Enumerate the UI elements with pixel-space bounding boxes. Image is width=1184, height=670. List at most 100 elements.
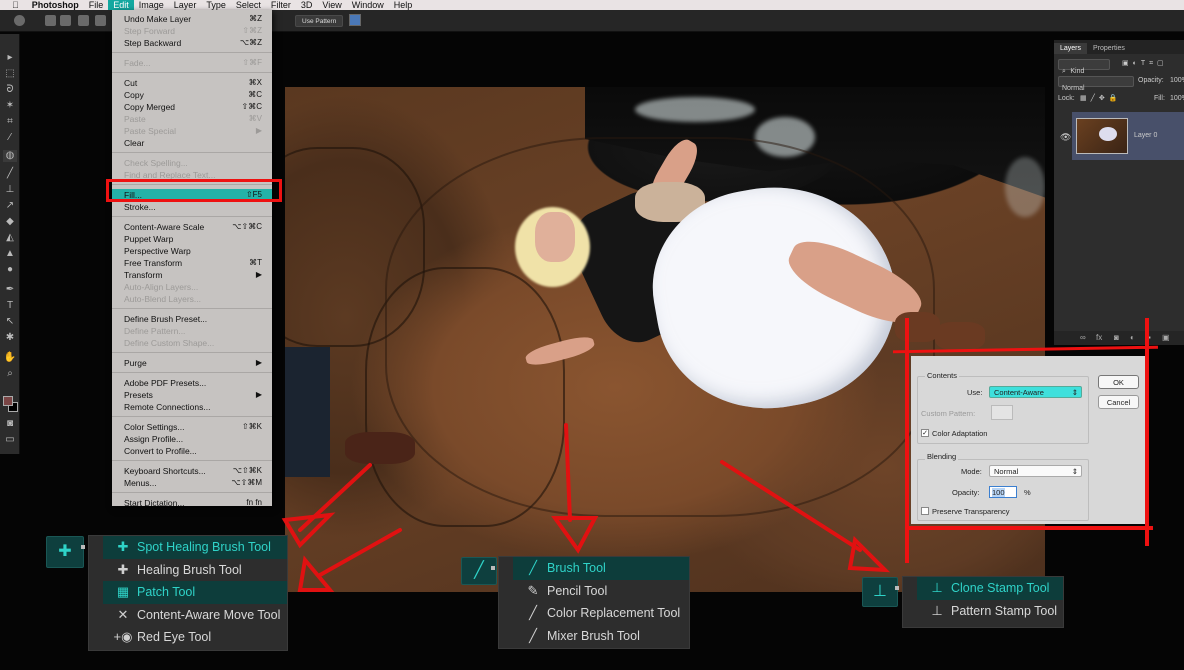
edit-menu-item-undo-make-layer[interactable]: Undo Make Layer ⌘Z	[112, 13, 272, 25]
eraser-tool-icon[interactable]: ◆	[3, 216, 17, 228]
flyout-item-red-eye-tool[interactable]: +◉ Red Eye Tool	[103, 626, 287, 649]
edit-menu-item-menus[interactable]: Menus... ⌥⇧⌘M	[112, 477, 272, 489]
use-select[interactable]: Content-Aware ⇕	[989, 386, 1082, 398]
cancel-button[interactable]: Cancel	[1098, 395, 1139, 409]
blend-mode-select[interactable]: Normal	[1058, 76, 1134, 92]
eye-icon[interactable]: 👁	[1060, 132, 1071, 142]
layer-mask-icon[interactable]: ◙	[1114, 333, 1119, 342]
menu-help[interactable]: Help	[389, 0, 418, 10]
blur-tool-icon[interactable]: ▲	[3, 248, 17, 260]
brush-tool-icon[interactable]: ╱	[3, 168, 17, 180]
flyout-item-spot-healing-brush-tool[interactable]: ✚ Spot Healing Brush Tool	[103, 536, 287, 559]
edit-menu-item-convert-to-profile[interactable]: Convert to Profile...	[112, 445, 272, 457]
edit-menu-item-perspective-warp[interactable]: Perspective Warp	[112, 245, 272, 257]
menu-window[interactable]: Window	[347, 0, 389, 10]
path-selection-tool-icon[interactable]: ↖	[3, 316, 17, 328]
custom-pattern-picker[interactable]	[991, 405, 1013, 420]
menu-select[interactable]: Select	[231, 0, 266, 10]
edit-menu-item-copy[interactable]: Copy ⌘C	[112, 89, 272, 101]
use-pattern-button[interactable]: Use Pattern	[295, 15, 344, 27]
edit-menu-item-transform[interactable]: Transform ▶	[112, 269, 272, 281]
menu-file[interactable]: File	[84, 0, 109, 10]
apple-icon[interactable]: 	[0, 0, 27, 10]
flyout-item-patch-tool[interactable]: ▦ Patch Tool	[103, 581, 287, 604]
edit-menu-item-presets[interactable]: Presets ▶	[112, 389, 272, 401]
edit-menu-item-adobe-pdf-presets[interactable]: Adobe PDF Presets...	[112, 377, 272, 389]
paint-bucket-tool-icon[interactable]: ◭	[3, 232, 17, 244]
lasso-tool-icon[interactable]: ᘐ	[3, 84, 17, 96]
clone-stamp-tool-button[interactable]: ⊥	[862, 577, 898, 607]
tab-layers[interactable]: Layers	[1054, 43, 1088, 54]
new-selection-icon[interactable]	[45, 15, 56, 26]
quick-mask-icon[interactable]: ◙	[3, 418, 17, 430]
link-layers-icon[interactable]: ∞	[1080, 333, 1086, 342]
edit-menu-item-content-aware-scale[interactable]: Content-Aware Scale ⌥⇧⌘C	[112, 221, 272, 233]
flyout-item-pattern-stamp-tool[interactable]: ⊥ Pattern Stamp Tool	[917, 600, 1063, 623]
screen-mode-icon[interactable]: ▭	[3, 434, 17, 446]
edit-menu-item-stroke[interactable]: Stroke...	[112, 201, 272, 213]
new-layer-icon[interactable]: ▣	[1162, 333, 1170, 342]
layer-filter-select[interactable]: ⌕ Kind	[1058, 59, 1110, 75]
spot-healing-tool-icon[interactable]: ◍	[3, 150, 17, 162]
lock-icons[interactable]: ▦╱✥🔒	[1080, 94, 1121, 104]
shape-tool-icon[interactable]: ✱	[3, 332, 17, 344]
marquee-tool-icon[interactable]: ⬚	[3, 68, 17, 80]
edit-menu-item-color-settings[interactable]: Color Settings... ⇧⌘K	[112, 421, 272, 433]
edit-menu-item-step-backward[interactable]: Step Backward ⌥⌘Z	[112, 37, 272, 49]
subtract-selection-icon[interactable]	[78, 15, 89, 26]
menu-edit[interactable]: Edit	[108, 0, 134, 10]
menu-filter[interactable]: Filter	[266, 0, 296, 10]
pattern-swatch[interactable]	[349, 14, 361, 26]
clone-stamp-tool-icon[interactable]: ⊥	[3, 184, 17, 196]
tool-preset-icon[interactable]	[14, 15, 25, 26]
edit-menu-item-keyboard-shortcuts[interactable]: Keyboard Shortcuts... ⌥⇧⌘K	[112, 465, 272, 477]
menu-type[interactable]: Type	[201, 0, 231, 10]
crop-tool-icon[interactable]: ⌗	[3, 116, 17, 128]
flyout-item-mixer-brush-tool[interactable]: ╱ Mixer Brush Tool	[513, 625, 689, 648]
edit-menu-item-start-dictation[interactable]: Start Dictation... fn fn	[112, 497, 272, 509]
layer-row[interactable]: Layer 0	[1072, 112, 1184, 160]
magic-wand-tool-icon[interactable]: ✶	[3, 100, 17, 112]
menu-app-name[interactable]: Photoshop	[27, 0, 84, 10]
flyout-item-content-aware-move-tool[interactable]: ✕ Content-Aware Move Tool	[103, 604, 287, 627]
hand-tool-icon[interactable]: ✋	[3, 352, 17, 364]
foreground-color-swatch[interactable]	[3, 396, 13, 406]
flyout-item-color-replacement-tool[interactable]: ╱ Color Replacement Tool	[513, 602, 689, 625]
edit-menu-item-free-transform[interactable]: Free Transform ⌘T	[112, 257, 272, 269]
edit-menu-item-fill[interactable]: Fill... ⇧F5	[112, 189, 272, 201]
menu-layer[interactable]: Layer	[169, 0, 202, 10]
zoom-tool-icon[interactable]: ⌕	[3, 368, 17, 380]
opacity-input[interactable]: 100	[989, 486, 1017, 498]
new-group-icon[interactable]: ▪	[1148, 333, 1151, 342]
brush-tool-button[interactable]: ╱	[461, 557, 497, 585]
move-tool-icon[interactable]: ▸	[3, 52, 17, 64]
flyout-item-healing-brush-tool[interactable]: ✚ Healing Brush Tool	[103, 559, 287, 582]
eyedropper-tool-icon[interactable]: ⁄	[3, 132, 17, 144]
pen-tool-icon[interactable]: ✒	[3, 284, 17, 296]
layer-filter-icons[interactable]: ▣◐T⌗▢	[1122, 59, 1168, 69]
edit-menu-item-puppet-warp[interactable]: Puppet Warp	[112, 233, 272, 245]
color-adaptation-checkbox[interactable]: ✓	[921, 429, 929, 437]
edit-menu-item-define-brush-preset[interactable]: Define Brush Preset...	[112, 313, 272, 325]
menu-image[interactable]: Image	[134, 0, 169, 10]
add-selection-icon[interactable]	[60, 15, 71, 26]
layer-style-icon[interactable]: fx	[1096, 333, 1102, 342]
mode-select[interactable]: Normal ⇕	[989, 465, 1082, 477]
preserve-transparency-checkbox[interactable]	[921, 507, 929, 515]
edit-menu-item-clear[interactable]: Clear	[112, 137, 272, 149]
edit-menu-item-cut[interactable]: Cut ⌘X	[112, 77, 272, 89]
menu-3d[interactable]: 3D	[296, 0, 318, 10]
flyout-item-brush-tool[interactable]: ╱ Brush Tool	[513, 557, 689, 580]
history-brush-tool-icon[interactable]: ↗	[3, 200, 17, 212]
fill-value[interactable]: 100%	[1170, 94, 1184, 104]
edit-menu-item-copy-merged[interactable]: Copy Merged ⇧⌘C	[112, 101, 272, 113]
menu-view[interactable]: View	[317, 0, 346, 10]
edit-menu-item-purge[interactable]: Purge ▶	[112, 357, 272, 369]
tab-properties[interactable]: Properties	[1087, 43, 1131, 54]
flyout-item-pencil-tool[interactable]: ✎ Pencil Tool	[513, 580, 689, 603]
opacity-value[interactable]: 100%	[1170, 76, 1184, 86]
edit-menu-item-assign-profile[interactable]: Assign Profile...	[112, 433, 272, 445]
flyout-item-clone-stamp-tool[interactable]: ⊥ Clone Stamp Tool	[917, 577, 1063, 600]
spot-healing-tool-button[interactable]: ✚	[46, 536, 84, 568]
intersect-selection-icon[interactable]	[95, 15, 106, 26]
